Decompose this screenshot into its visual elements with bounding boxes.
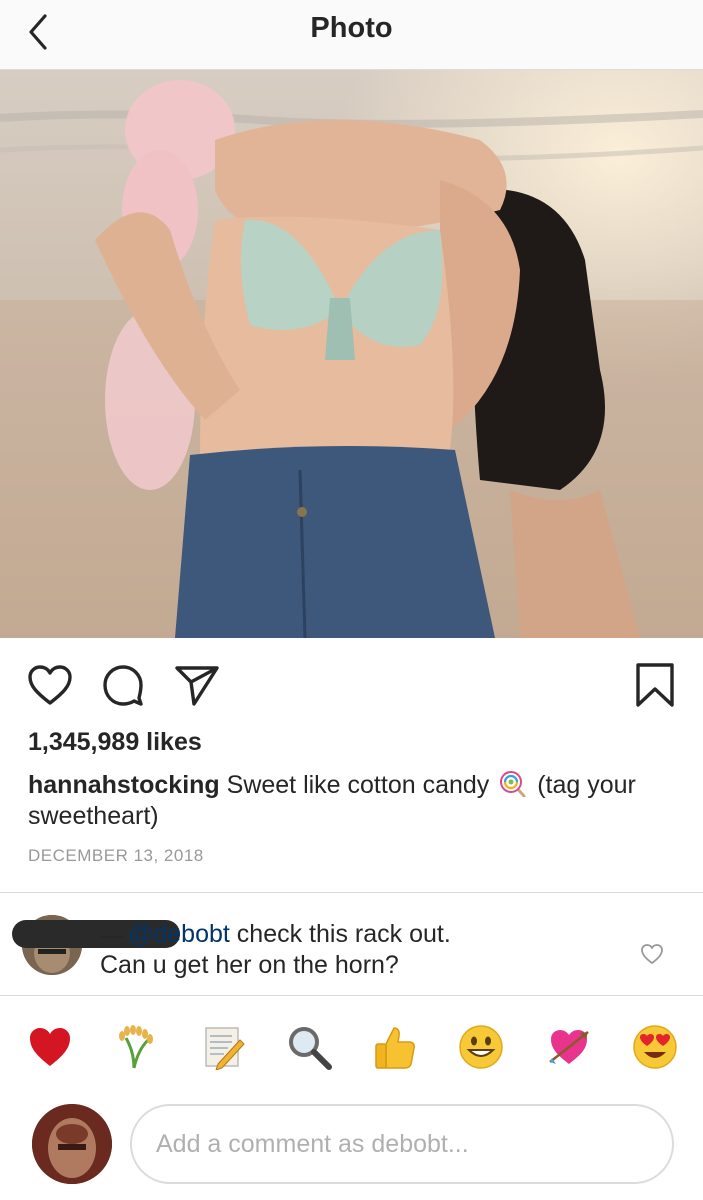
comment-line-1: check this rack out. xyxy=(236,920,451,948)
caption-text: Sweet like cotton candy xyxy=(226,771,490,799)
comment-button[interactable] xyxy=(98,660,148,710)
red-heart-icon[interactable] xyxy=(27,1024,73,1070)
top-nav-bar: Photo xyxy=(0,0,703,70)
post-date: DECEMBER 13, 2018 xyxy=(28,846,204,865)
grinning-face-icon[interactable] xyxy=(458,1024,504,1070)
speech-bubble-icon xyxy=(103,665,143,706)
heart-outline-icon xyxy=(28,665,72,705)
thumbs-up-icon[interactable] xyxy=(372,1024,418,1070)
heart-with-arrow-icon[interactable] xyxy=(546,1024,592,1070)
comment-composer xyxy=(0,1096,703,1200)
username-underscore xyxy=(100,936,124,938)
comment-mention[interactable]: @debobt xyxy=(128,920,230,948)
save-button[interactable] xyxy=(630,660,680,710)
paper-plane-icon xyxy=(175,666,219,706)
post-photo[interactable] xyxy=(0,70,703,638)
lollipop-icon xyxy=(500,771,526,797)
post-caption: hannahstocking Sweet like cotton candy (… xyxy=(28,770,668,832)
comment-like-heart-icon[interactable] xyxy=(640,943,664,965)
likes-count[interactable]: 1,345,989 likes xyxy=(28,728,202,757)
like-button[interactable] xyxy=(25,660,75,710)
comment-input[interactable] xyxy=(130,1104,674,1184)
bookmark-icon xyxy=(636,663,674,707)
page-title: Photo xyxy=(310,12,393,44)
heart-eyes-face-icon[interactable] xyxy=(632,1024,678,1070)
post-actions xyxy=(0,638,703,728)
memo-pencil-icon[interactable] xyxy=(200,1024,246,1070)
magnifying-glass-icon[interactable] xyxy=(286,1024,332,1070)
comment-text: @debobt check this rack out. Can u get h… xyxy=(100,919,620,981)
caption-username[interactable]: hannahstocking xyxy=(28,771,220,799)
comment-line-2: Can u get her on the horn? xyxy=(100,951,399,979)
quick-emoji-bar xyxy=(0,996,703,1096)
rice-plant-icon[interactable] xyxy=(112,1024,158,1070)
current-user-avatar[interactable] xyxy=(32,1104,112,1184)
share-button[interactable] xyxy=(172,660,222,710)
comment-item: @debobt check this rack out. Can u get h… xyxy=(0,893,703,995)
